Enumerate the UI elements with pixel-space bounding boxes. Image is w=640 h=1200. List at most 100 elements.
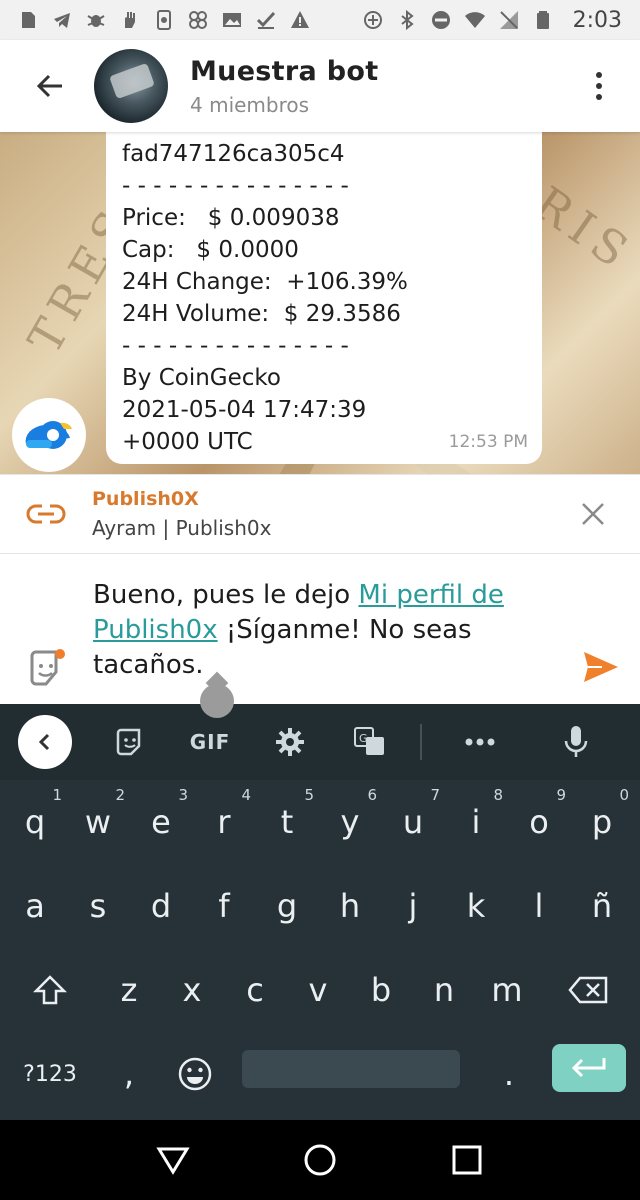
key[interactable]: r4 (193, 784, 255, 860)
key[interactable]: j (382, 868, 444, 944)
nav-back-button[interactable] (151, 1138, 195, 1182)
triangle-back-icon (156, 1147, 190, 1175)
message-line: 24H Volume: $ 29.3586 (122, 301, 401, 327)
image-icon (223, 13, 241, 27)
microphone-icon (564, 726, 588, 757)
translate-button[interactable]: G (348, 720, 392, 764)
shift-key[interactable] (10, 952, 90, 1028)
key[interactable]: h (319, 868, 381, 944)
key[interactable]: b (350, 952, 412, 1028)
gif-label: GIF (189, 730, 231, 754)
key[interactable]: x (161, 952, 223, 1028)
check-icon (256, 11, 276, 29)
close-icon (582, 503, 604, 525)
close-preview-button[interactable] (578, 499, 608, 529)
link-preview[interactable]: Publish0X Ayram | Publish0x (0, 474, 640, 554)
key[interactable]: p0 (571, 784, 633, 860)
sd-card-icon (22, 12, 35, 28)
key[interactable]: e3 (130, 784, 192, 860)
emoji-key[interactable] (164, 1036, 226, 1112)
sticker-icon (116, 728, 141, 756)
no-signal-icon (499, 11, 518, 29)
enter-icon (571, 1058, 606, 1078)
key[interactable]: u7 (382, 784, 444, 860)
key[interactable]: v (287, 952, 349, 1028)
key[interactable]: ñ (571, 868, 633, 944)
link-icon (26, 494, 66, 534)
soft-keyboard: GIF G q1 w2 e3 r4 t5 y6 u7 i8 o9 p0 a s … (0, 704, 640, 1120)
send-button[interactable] (580, 646, 622, 688)
phone-icon (157, 10, 171, 30)
key[interactable]: k (445, 868, 507, 944)
nav-recents-button[interactable] (445, 1138, 489, 1182)
enter-key[interactable] (552, 1044, 626, 1092)
sticker-button[interactable] (26, 648, 66, 688)
settings-button[interactable] (268, 720, 312, 764)
message-line: Cap: $ 0.0000 (122, 237, 299, 263)
sticker-keyboard-button[interactable] (108, 720, 152, 764)
key[interactable]: i8 (445, 784, 507, 860)
message-line: 24H Change: +106.39% (122, 269, 408, 295)
symbols-key[interactable]: ?123 (10, 1036, 90, 1112)
key[interactable]: d (130, 868, 192, 944)
message-composer: Bueno, pues le dejo Mi perfil de Publish… (0, 554, 640, 718)
message-time: 12:53 PM (448, 432, 528, 452)
gear-icon (276, 728, 304, 756)
group-avatar[interactable] (94, 49, 168, 123)
key[interactable]: l (508, 868, 570, 944)
more-options-button[interactable] (584, 61, 614, 111)
spacebar[interactable] (242, 1050, 460, 1088)
back-button[interactable] (20, 56, 80, 116)
gif-button[interactable]: GIF (188, 720, 232, 764)
shift-icon (33, 975, 67, 1005)
more-vert-icon (596, 72, 602, 78)
key[interactable]: m (476, 952, 538, 1028)
text-cursor-handle[interactable] (200, 684, 234, 718)
comma-key[interactable]: , (98, 1036, 160, 1112)
member-count: 4 miembros (190, 92, 310, 117)
key[interactable]: a (4, 868, 66, 944)
message-input-text: Bueno, pues le dejo (93, 580, 359, 610)
key[interactable]: w2 (67, 784, 129, 860)
key[interactable]: y6 (319, 784, 381, 860)
link-preview-subtitle: Ayram | Publish0x (92, 516, 272, 540)
keyboard-back-button[interactable] (18, 715, 72, 769)
toolbar-divider (420, 724, 422, 760)
hand-icon (125, 12, 135, 28)
message-line: - - - - - - - - - - - - - - - (122, 333, 349, 359)
add-circle-icon (363, 11, 382, 29)
keyboard-toolbar: GIF G (0, 704, 640, 780)
key[interactable]: g (256, 868, 318, 944)
key[interactable]: o9 (508, 784, 570, 860)
warning-icon (291, 11, 309, 28)
message-input[interactable]: Bueno, pues le dejo Mi perfil de Publish… (93, 578, 563, 683)
battery-icon (536, 11, 549, 29)
more-tools-button[interactable] (458, 720, 502, 764)
key[interactable]: s (67, 868, 129, 944)
pinwheel-icon (189, 11, 207, 29)
message-bubble[interactable]: fad747126ca305c4 - - - - - - - - - - - -… (106, 132, 542, 464)
key[interactable]: f (193, 868, 255, 944)
period-key[interactable]: . (478, 1036, 540, 1112)
key[interactable]: q1 (4, 784, 66, 860)
bluetooth-icon (400, 10, 414, 30)
status-bar: 2:03 (0, 0, 640, 40)
chat-title: Muestra bot (190, 55, 379, 87)
key[interactable]: n (413, 952, 475, 1028)
chat-header: Muestra bot 4 miembros (0, 40, 640, 132)
key[interactable]: t5 (256, 784, 318, 860)
key[interactable]: c (224, 952, 286, 1028)
backspace-icon (568, 976, 608, 1004)
bot-avatar[interactable] (12, 398, 86, 472)
chat-title-block[interactable]: Muestra bot 4 miembros (190, 56, 378, 117)
circle-home-icon (304, 1144, 336, 1176)
sticker-icon (30, 649, 65, 686)
navigation-bar (0, 1120, 640, 1200)
backspace-key[interactable] (548, 952, 628, 1028)
bug-icon (87, 15, 105, 27)
key[interactable]: z (98, 952, 160, 1028)
nav-home-button[interactable] (298, 1138, 342, 1182)
chat-area[interactable]: TRES RIS fad747126ca305c4 - - - - - - - … (0, 132, 640, 474)
voice-input-button[interactable] (554, 720, 598, 764)
wifi-icon (464, 12, 485, 28)
